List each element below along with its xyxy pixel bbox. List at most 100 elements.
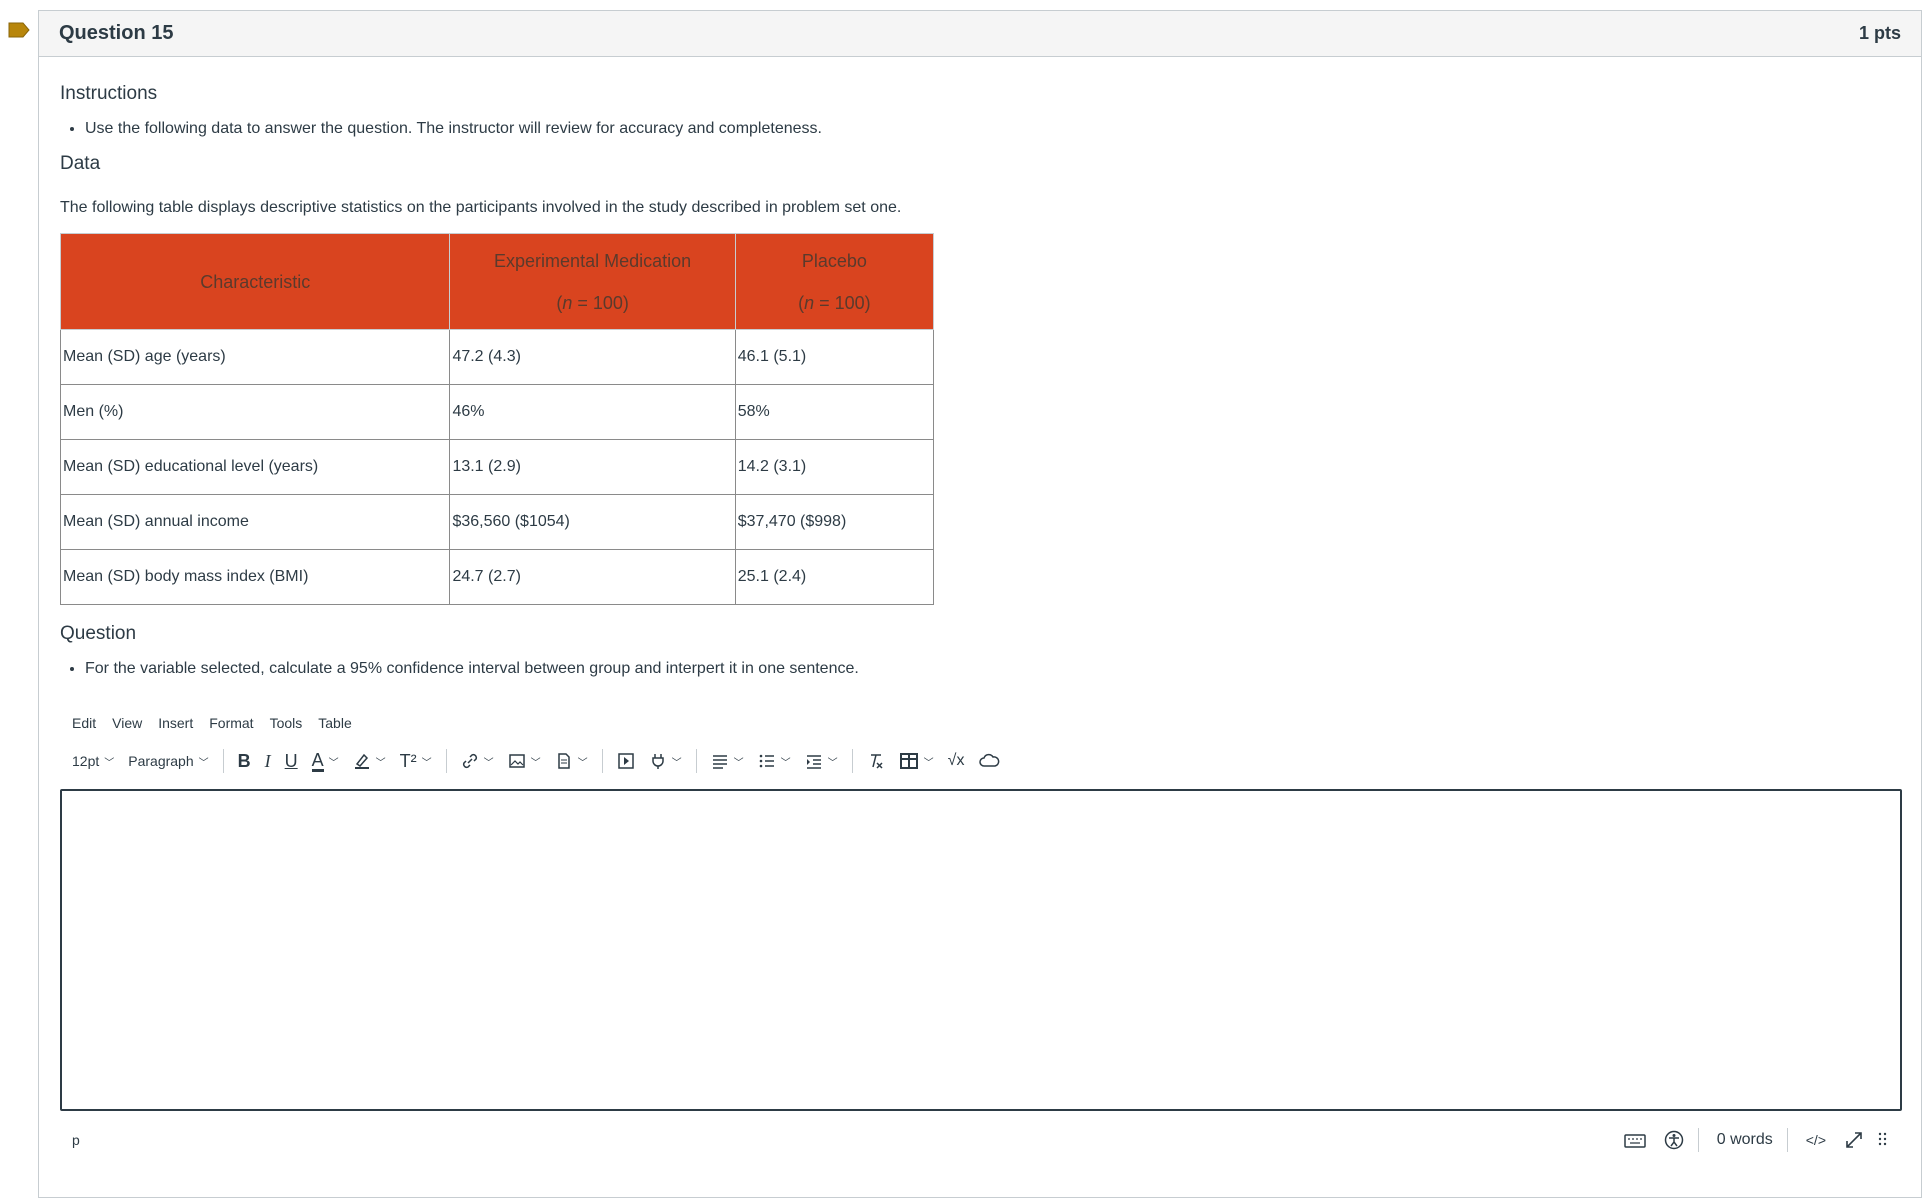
question-heading: Question <box>60 623 137 644</box>
question-list: For the variable selected, calculate a 9… <box>60 659 1900 679</box>
document-icon <box>557 753 570 769</box>
table-button[interactable]: ﹀ <box>899 752 934 770</box>
fullscreen-icon[interactable] <box>1844 1130 1864 1150</box>
accessibility-icon[interactable] <box>1664 1130 1684 1150</box>
block-format-select[interactable]: Paragraph ﹀ <box>128 753 208 769</box>
header-experimental-n: (n = 100) <box>451 282 733 324</box>
toolbar-divider <box>445 749 447 773</box>
keyboard-icon[interactable] <box>1623 1132 1646 1148</box>
table-row: Mean (SD) body mass index (BMI) 24.7 (2.… <box>59 549 935 605</box>
row-label: Mean (SD) body mass index (BMI) <box>59 549 451 605</box>
font-size-select[interactable]: 12pt ﹀ <box>72 753 114 769</box>
toolbar-divider <box>601 749 603 773</box>
editor-menubar: Edit View Insert Format Tools Table <box>60 713 1900 733</box>
list-item: Use the following data to answer the que… <box>85 119 1900 139</box>
question-card: Question 15 1 pts Instructions Use the f… <box>38 10 1922 1198</box>
chevron-down-icon: ﹀ <box>733 757 744 769</box>
list-item: For the variable selected, calculate a 9… <box>85 659 1900 679</box>
plug-icon <box>651 754 664 769</box>
toolbar-divider <box>695 749 697 773</box>
bold-icon[interactable]: B <box>238 751 251 772</box>
image-icon <box>508 754 525 768</box>
element-path[interactable]: p <box>72 1132 80 1148</box>
chevron-down-icon: ﹀ <box>671 757 682 769</box>
embed-button[interactable] <box>617 752 635 770</box>
data-heading: Data <box>60 153 101 174</box>
indent-icon <box>806 755 821 769</box>
question-points: 1 pts <box>1858 23 1901 43</box>
chevron-down-icon: ﹀ <box>827 757 838 769</box>
chevron-down-icon: ﹀ <box>421 757 432 769</box>
header-characteristic: Characteristic <box>59 233 451 330</box>
question-header: Question 15 1 pts <box>39 11 1921 57</box>
table-icon <box>899 753 918 769</box>
toolbar-divider <box>851 749 853 773</box>
row-placebo: 58% <box>734 384 935 440</box>
clear-format-icon <box>870 754 883 769</box>
html-editor-toggle[interactable]: </> <box>1806 1132 1826 1148</box>
row-experimental: 47.2 (4.3) <box>449 329 736 385</box>
status-divider <box>1786 1128 1788 1152</box>
text-color-button[interactable]: A ﹀ <box>311 749 339 772</box>
menu-view[interactable]: View <box>112 715 142 731</box>
n-symbol: n <box>562 292 573 313</box>
editor-statusbar: p 0 words </> <box>60 1111 1900 1169</box>
n-value: = 100) <box>572 292 629 313</box>
word-count: 0 words <box>1716 1131 1773 1148</box>
math-button[interactable]: √x <box>948 752 965 770</box>
resize-handle-icon[interactable] <box>1878 1131 1888 1149</box>
chevron-down-icon: ﹀ <box>104 757 115 769</box>
menu-edit[interactable]: Edit <box>72 715 96 731</box>
superscript-icon: T² <box>399 750 417 771</box>
image-button[interactable]: ﹀ <box>508 752 541 770</box>
stats-table: Characteristic Experimental Medication (… <box>59 233 935 605</box>
highlight-icon <box>354 753 369 769</box>
cloud-icon <box>979 753 1000 767</box>
apps-button[interactable]: ﹀ <box>649 752 682 770</box>
row-placebo: 25.1 (2.4) <box>734 549 935 605</box>
toolbar-divider <box>222 749 224 773</box>
header-placebo: Placebo (n = 100) <box>734 233 935 330</box>
highlight-button[interactable]: ﹀ <box>353 752 386 770</box>
statusbar-right: 0 words </> <box>1606 1128 1888 1152</box>
font-size-value: 12pt <box>72 753 100 769</box>
italic-icon[interactable]: I <box>265 751 271 772</box>
editor-toolbar: 12pt ﹀ Paragraph ﹀ B I U A ﹀ ﹀ T² ﹀ ﹀ ﹀ ﹀ ﹀ … <box>60 741 1900 781</box>
clear-format-button[interactable] <box>867 752 885 770</box>
chevron-down-icon: ﹀ <box>198 757 209 769</box>
superscript-button[interactable]: T² ﹀ <box>400 751 432 772</box>
flag-icon[interactable] <box>8 22 30 38</box>
status-divider <box>1697 1128 1699 1152</box>
row-label: Mean (SD) annual income <box>59 494 451 550</box>
block-format-value: Paragraph <box>128 753 194 769</box>
answer-editor[interactable] <box>60 789 1902 1111</box>
instructions-heading: Instructions <box>60 83 158 104</box>
menu-format[interactable]: Format <box>209 715 253 731</box>
row-label: Mean (SD) age (years) <box>59 329 451 385</box>
indent-button[interactable]: ﹀ <box>805 752 838 770</box>
row-placebo: $37,470 ($998) <box>734 494 935 550</box>
align-button[interactable]: ﹀ <box>711 752 744 770</box>
chevron-down-icon: ﹀ <box>375 757 386 769</box>
chevron-down-icon: ﹀ <box>530 757 541 769</box>
embed-icon <box>617 753 634 769</box>
row-experimental: $36,560 ($1054) <box>449 494 736 550</box>
table-row: Men (%) 46% 58% <box>59 384 935 440</box>
chevron-down-icon: ﹀ <box>780 757 791 769</box>
text-color-icon: A <box>311 749 324 772</box>
table-row: Mean (SD) annual income $36,560 ($1054) … <box>59 494 935 550</box>
list-button[interactable]: ﹀ <box>758 752 791 770</box>
link-button[interactable]: ﹀ <box>461 752 494 770</box>
menu-tools[interactable]: Tools <box>270 715 303 731</box>
table-row: Mean (SD) age (years) 47.2 (4.3) 46.1 (5… <box>59 329 935 385</box>
square-root-icon: √x <box>947 752 965 769</box>
n-value: = 100) <box>814 292 871 313</box>
table-row: Mean (SD) educational level (years) 13.1… <box>59 439 935 495</box>
menu-insert[interactable]: Insert <box>158 715 193 731</box>
underline-icon[interactable]: U <box>285 751 298 772</box>
menu-table[interactable]: Table <box>318 715 351 731</box>
link-icon <box>462 753 477 769</box>
question-title: Question 15 <box>59 22 174 44</box>
document-button[interactable]: ﹀ <box>555 752 588 770</box>
cloud-button[interactable] <box>978 752 1000 770</box>
